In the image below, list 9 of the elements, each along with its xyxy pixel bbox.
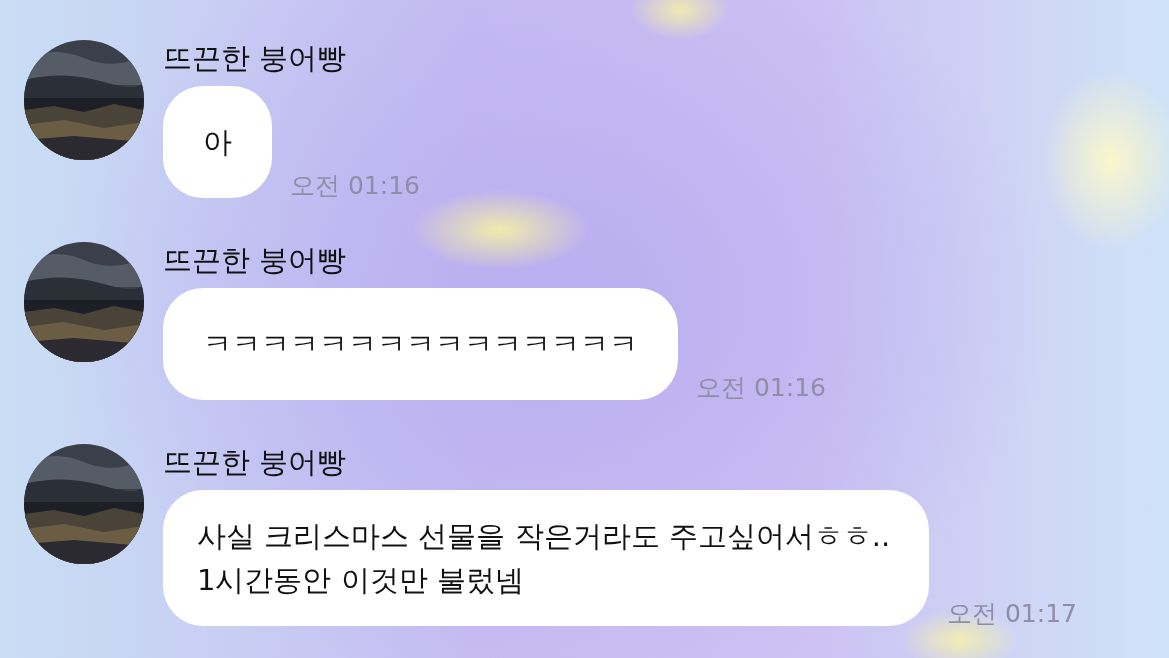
sender-name: 뜨끈한 붕어빵 — [163, 40, 348, 76]
message-time: 오전 01:16 — [290, 170, 420, 202]
message-bubble: 사실 크리스마스 선물을 작은거라도 주고싶어서ㅎㅎ.. 1시간동안 이것만 불렀넴 — [163, 490, 929, 626]
message-bubble: ㅋㅋㅋㅋㅋㅋㅋㅋㅋㅋㅋㅋㅋㅋㅋ — [163, 288, 678, 400]
message-time: 오전 01:17 — [947, 598, 1077, 630]
sender-name: 뜨끈한 붕어빵 — [163, 242, 348, 278]
message-bubble: 아 — [163, 86, 272, 198]
message-time: 오전 01:16 — [696, 372, 826, 404]
sender-name: 뜨끈한 붕어빵 — [163, 444, 348, 480]
